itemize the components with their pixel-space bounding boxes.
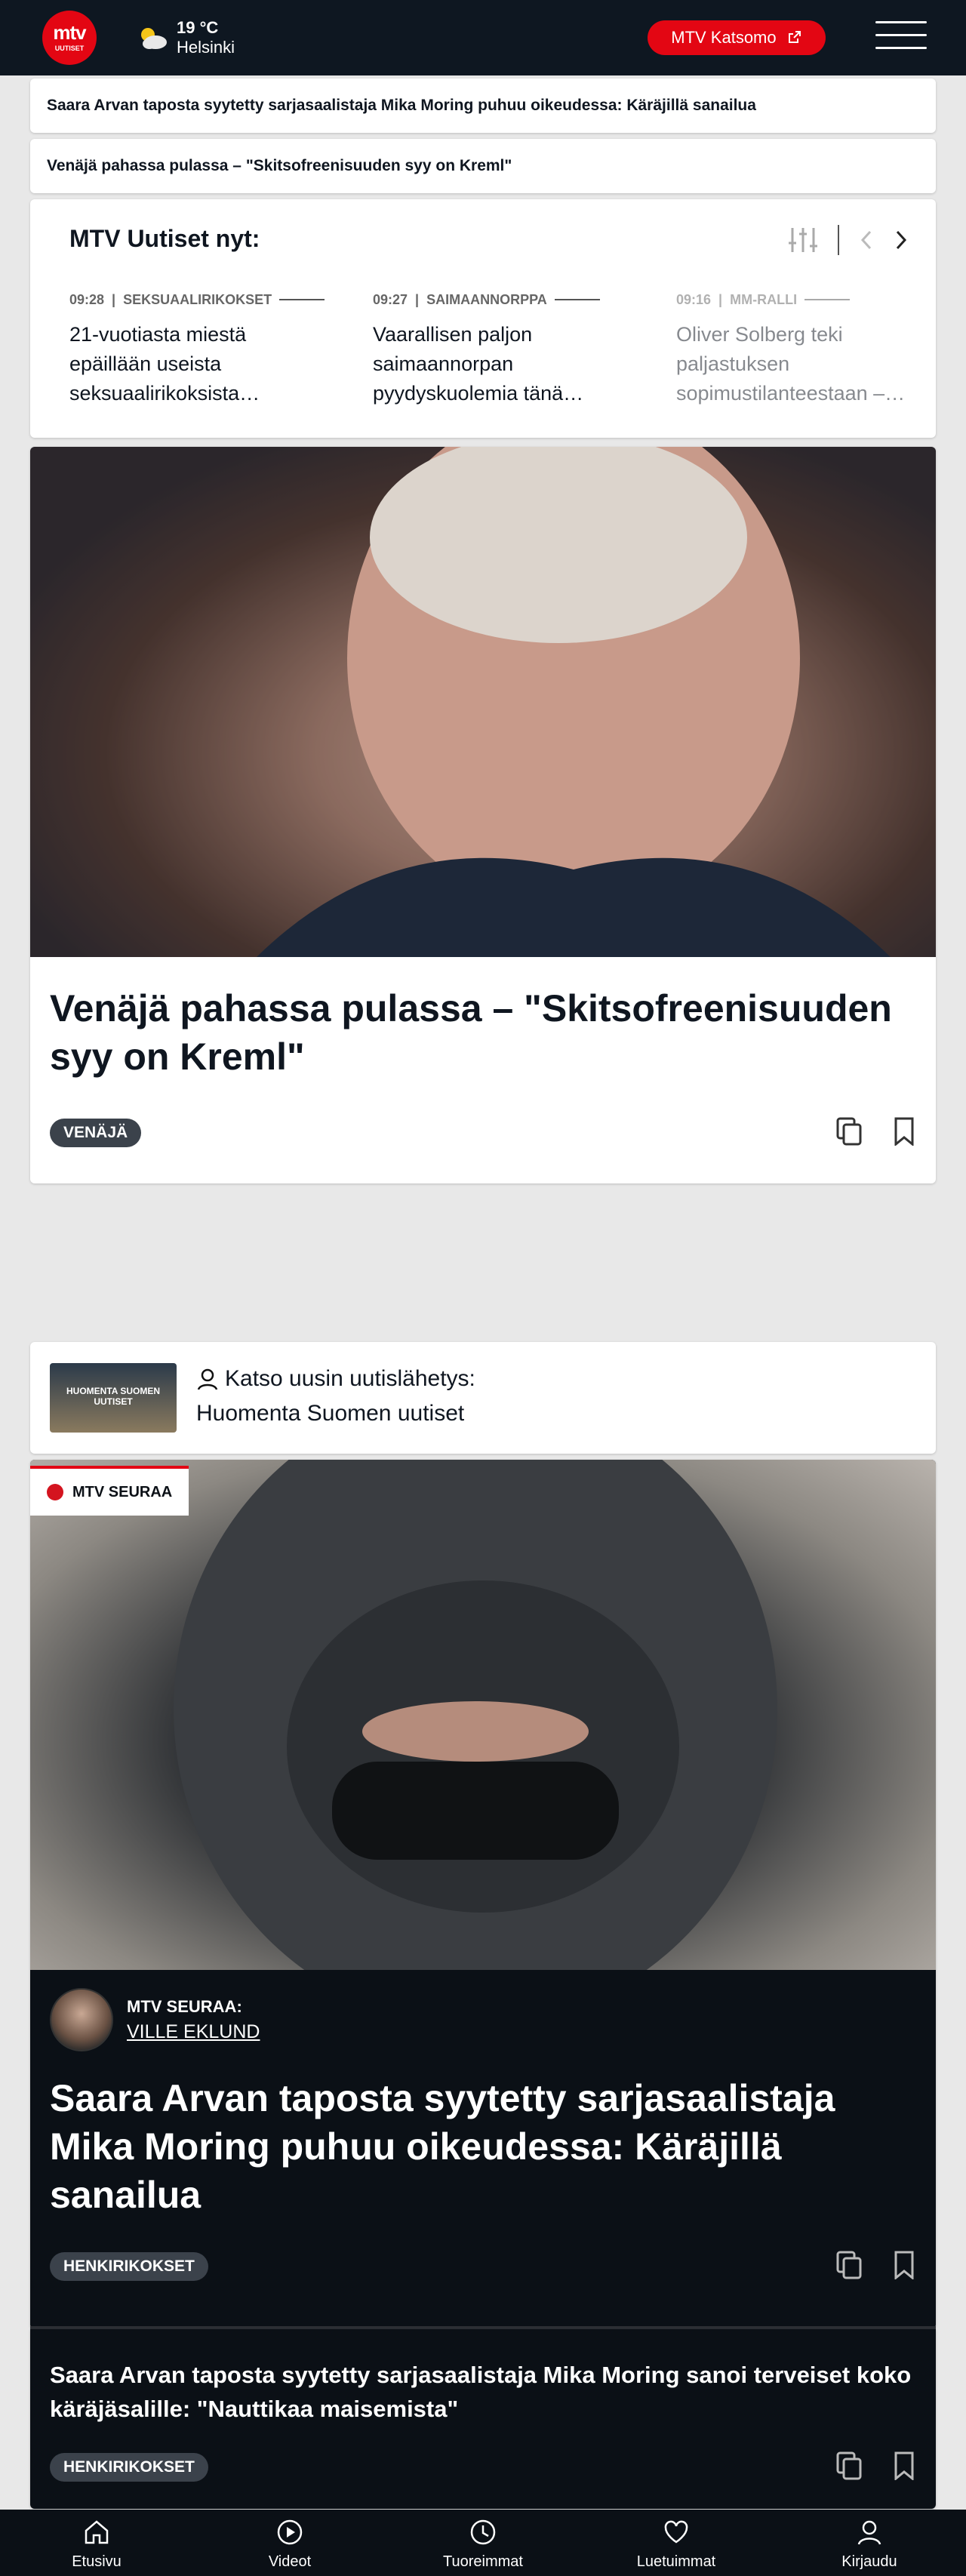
hero-article-title[interactable]: Venäjä pahassa pulassa – "Skitsofreenisu… [50,984,918,1081]
tab-etusivu[interactable]: Etusivu [0,2510,193,2576]
item-category: SAIMAANNORPPA [426,292,547,307]
home-icon [85,2520,109,2544]
portrait-placeholder [30,447,936,957]
latest-broadcast-card[interactable]: HUOMENTA SUOMEN UUTISET Katso uusin uuti… [30,1342,936,1454]
related-article-card[interactable]: Saara Arvan taposta syytetty sarjasaalis… [30,2329,936,2509]
hero-article-image[interactable] [30,447,936,957]
author-block[interactable]: MTV SEURAA: VILLE EKLUND [50,1988,260,2051]
bookmark-icon[interactable] [894,1117,915,1146]
broadcast-title: Huomenta Suomen uutiset [196,1401,465,1426]
tab-label: Kirjaudu [841,2553,897,2570]
chevron-left-icon[interactable] [859,229,874,251]
article-tag[interactable]: HENKIRIKOKSET [50,2252,208,2281]
author-label: MTV SEURAA: [127,1996,242,2016]
tab-kirjaudu[interactable]: Kirjaudu [773,2510,966,2576]
ticker-item-1[interactable]: Saara Arvan taposta syytetty sarjasaalis… [30,78,936,133]
logo-text: mtv [53,21,86,44]
bottom-tab-bar: Etusivu Videot Tuoreimmat Luetuimmat Kir… [0,2510,966,2576]
live-dot-icon [47,1484,63,1500]
chevron-right-icon[interactable] [894,229,909,251]
mtv-seuraa-article-card[interactable]: MTV SEURAA MTV SEURAA: VILLE EKLUND Saar… [30,1460,936,2329]
badge-label: MTV SEURAA [72,1484,173,1500]
tab-label: Luetuimmat [636,2553,716,2570]
ticker-item-2[interactable]: Venäjä pahassa pulassa – "Skitsofreenisu… [30,139,936,193]
partly-cloudy-icon [141,28,167,49]
item-text: Oliver Solberg teki paljastuksen sopimus… [676,323,906,405]
filter-sliders-icon[interactable] [788,226,818,254]
tab-label: Etusivu [72,2553,122,2570]
tab-videot[interactable]: Videot [193,2510,386,2576]
copy-icon[interactable] [836,1117,862,1146]
tab-label: Tuoreimmat [443,2553,523,2570]
weather-city: Helsinki [177,38,235,57]
external-link-icon [788,31,801,43]
nyt-item[interactable]: 09:16 | MM-RALLI Oliver Solberg teki palja… [676,293,918,408]
nyt-title: MTV Uutiset nyt: [69,225,260,252]
author-avatar [50,1988,113,2051]
mtv-seuraa-badge: MTV SEURAA [30,1466,189,1516]
ticker-text: Saara Arvan taposta syytetty sarjasaalis… [47,97,756,114]
nyt-item[interactable]: 09:27 | SAIMAANNORPPA Vaarallisen paljon s… [373,293,629,408]
mtv-katsomo-button[interactable]: MTV Katsomo [648,20,826,55]
clock-icon [470,2519,496,2545]
bookmark-icon[interactable] [894,2251,915,2279]
item-category: SEKSUAALIRIKOKSET [123,292,272,307]
hero-article-card[interactable]: Venäjä pahassa pulassa – "Skitsofreenisu… [30,447,936,1183]
ticker-text: Venäjä pahassa pulassa – "Skitsofreenisu… [47,157,512,174]
heart-icon [664,2520,688,2544]
top-navigation-bar: mtv UUTISET 19 °C Helsinki MTV Katsomo [0,0,966,75]
hamburger-menu-icon[interactable] [875,21,927,53]
hooded-person-placeholder [174,1460,777,1970]
mtv-uutiset-logo[interactable]: mtv UUTISET [42,11,97,65]
related-article-title[interactable]: Saara Arvan taposta syytetty sarjasaalis… [50,2358,925,2426]
item-time: 09:28 [69,292,105,307]
seuraa-article-title[interactable]: Saara Arvan taposta syytetty sarjasaalis… [50,2074,918,2219]
article-tag[interactable]: HENKIRIKOKSET [50,2453,208,2482]
weather-widget[interactable]: 19 °C Helsinki [136,18,235,57]
item-category: MM-RALLI [730,292,798,307]
bookmark-icon[interactable] [894,2451,915,2480]
tab-label: Videot [268,2553,312,2570]
katsomo-label: MTV Katsomo [671,28,777,47]
copy-icon[interactable] [836,2251,862,2279]
nyt-news-carousel: MTV Uutiset nyt: 09:28 | SEKSUAALIRIKOKSET… [30,199,936,438]
tab-tuoreimmat[interactable]: Tuoreimmat [386,2510,580,2576]
item-time: 09:27 [373,292,408,307]
divider [838,225,839,255]
item-text: 21-vuotiasta miestä epäillään useista se… [69,323,260,405]
play-icon [277,2519,303,2545]
article-tag[interactable]: VENÄJÄ [50,1119,142,1147]
item-text: Vaarallisen paljon saimaannorpan pyydysk… [373,323,584,405]
author-name-link[interactable]: VILLE EKLUND [127,2022,260,2042]
nyt-item[interactable]: 09:28 | SEKSUAALIRIKOKSET 21-vuotiasta mie… [69,293,326,408]
tab-luetuimmat[interactable]: Luetuimmat [580,2510,773,2576]
broadcast-thumbnail: HUOMENTA SUOMEN UUTISET [50,1363,177,1433]
broadcast-label: Katso uusin uutislähetys: [225,1366,475,1391]
carousel-controls [788,225,909,255]
item-time: 09:16 [676,292,712,307]
seuraa-article-image[interactable] [30,1460,936,1970]
weather-temperature: 19 °C [177,18,219,37]
user-icon [857,2520,881,2545]
logo-subtext: UUTISET [54,45,85,52]
copy-icon[interactable] [836,2451,862,2480]
person-icon [197,1368,218,1390]
